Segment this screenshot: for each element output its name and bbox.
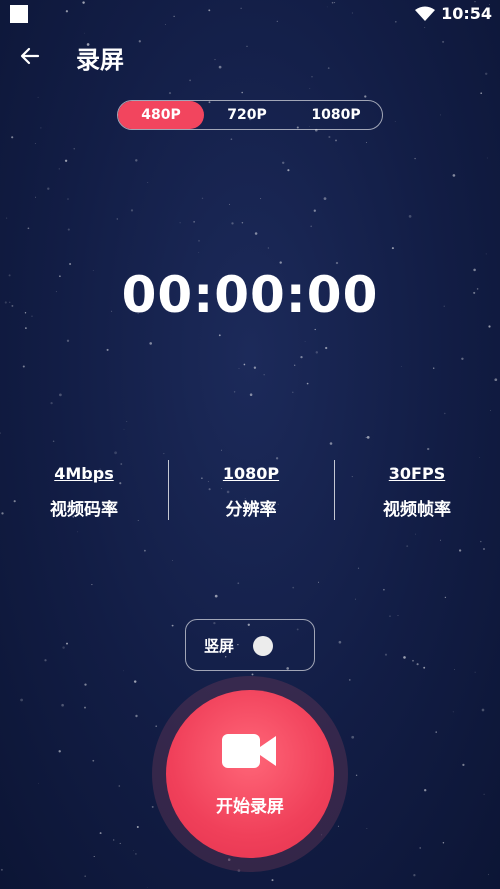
resolution-label: 分辨率 bbox=[225, 500, 277, 520]
status-bar: 10:54 bbox=[0, 0, 500, 28]
header: 录屏 bbox=[0, 38, 500, 74]
bitrate-value[interactable]: 4Mbps bbox=[0, 464, 168, 483]
resolution-value[interactable]: 1080P bbox=[168, 464, 334, 483]
status-time: 10:54 bbox=[441, 4, 492, 23]
framerate-value[interactable]: 30FPS bbox=[334, 464, 500, 483]
bitrate-label: 视频码率 bbox=[50, 500, 118, 520]
start-record-button[interactable]: 开始录屏 bbox=[166, 690, 334, 858]
stat-divider bbox=[168, 460, 169, 520]
resolution-tabs: 480P 720P 1080P bbox=[117, 100, 383, 130]
notification-icon bbox=[10, 5, 28, 23]
portrait-label: 竖屏 bbox=[204, 637, 235, 655]
page-title: 录屏 bbox=[76, 46, 124, 74]
recording-stats: 4Mbps 视频码率 1080P 分辨率 30FPS 视频帧率 bbox=[0, 460, 500, 522]
video-camera-icon bbox=[222, 734, 276, 768]
back-arrow-icon[interactable] bbox=[18, 44, 42, 68]
stat-divider bbox=[334, 460, 335, 520]
toggle-knob[interactable] bbox=[253, 636, 273, 656]
stat-framerate[interactable]: 30FPS 视频帧率 bbox=[334, 460, 500, 522]
portrait-toggle[interactable]: 竖屏 bbox=[185, 619, 315, 671]
tab-1080p[interactable]: 1080P bbox=[290, 101, 382, 129]
start-record-label: 开始录屏 bbox=[216, 797, 284, 817]
recording-timer: 00:00:00 bbox=[121, 266, 379, 324]
stat-bitrate[interactable]: 4Mbps 视频码率 bbox=[0, 460, 168, 522]
framerate-label: 视频帧率 bbox=[383, 500, 451, 520]
tab-720p[interactable]: 720P bbox=[204, 101, 290, 129]
stat-resolution[interactable]: 1080P 分辨率 bbox=[168, 460, 334, 522]
tab-480p[interactable]: 480P bbox=[118, 101, 204, 129]
wifi-icon bbox=[415, 6, 436, 21]
